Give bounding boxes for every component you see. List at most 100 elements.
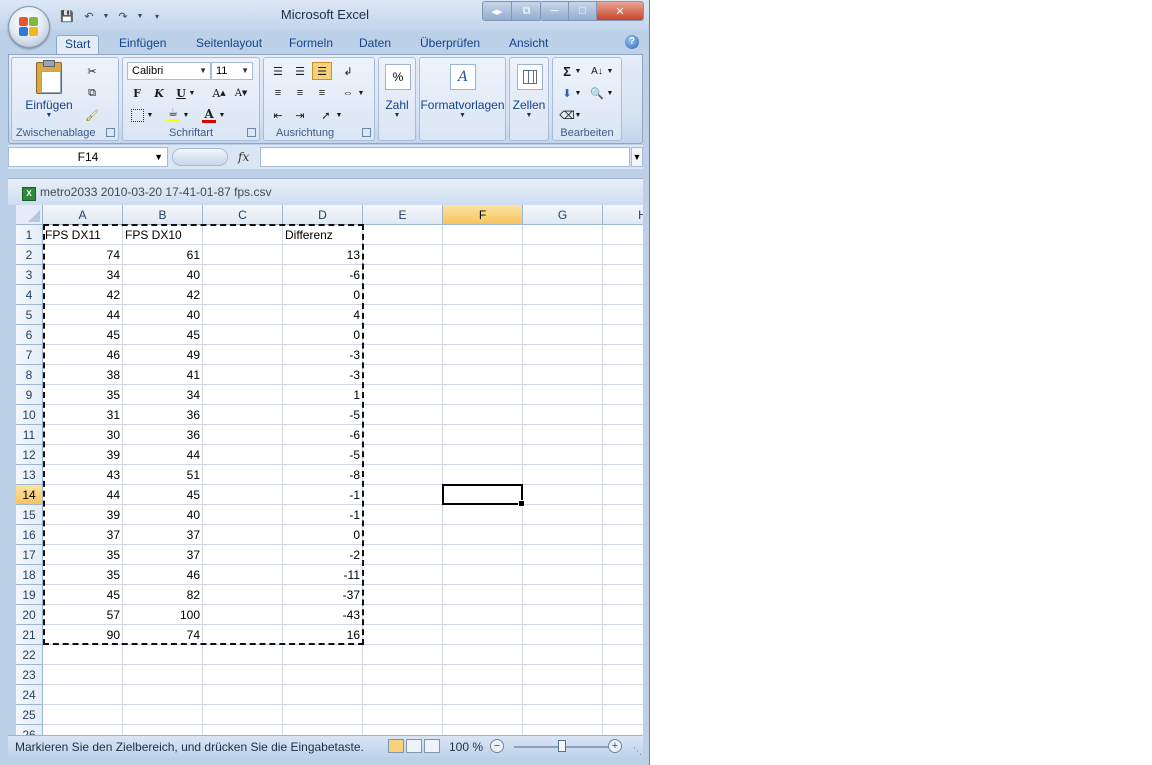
cell-b7[interactable]: 49 [123,345,203,365]
cell-d14[interactable]: -1 [283,485,363,505]
cell-h4[interactable] [603,285,643,305]
paste-button[interactable]: Einfügen ▼ [24,60,74,119]
cell-f25[interactable] [443,705,523,725]
cell-f7[interactable] [443,345,523,365]
font-launcher-icon[interactable] [247,128,256,137]
alignment-launcher-icon[interactable] [362,128,371,137]
cell-b4[interactable]: 42 [123,285,203,305]
cell-e18[interactable] [363,565,443,585]
cell-e17[interactable] [363,545,443,565]
cell-b3[interactable]: 40 [123,265,203,285]
cell-c6[interactable] [203,325,283,345]
cell-e8[interactable] [363,365,443,385]
cell-a19[interactable]: 45 [43,585,123,605]
cell-d6[interactable]: 0 [283,325,363,345]
row-header-24[interactable]: 24 [16,685,43,705]
cell-f13[interactable] [443,465,523,485]
cell-b16[interactable]: 37 [123,525,203,545]
row-header-15[interactable]: 15 [16,505,43,525]
cell-g3[interactable] [523,265,603,285]
cell-g14[interactable] [523,485,603,505]
cell-a12[interactable]: 39 [43,445,123,465]
cell-h3[interactable] [603,265,643,285]
page-layout-view-button[interactable] [406,739,422,753]
expand-formula-bar-icon[interactable]: ▼ [631,147,643,167]
cell-e20[interactable] [363,605,443,625]
fill-color-icon[interactable]: ☕ [163,106,183,124]
cell-a25[interactable] [43,705,123,725]
cell-e2[interactable] [363,245,443,265]
cell-a17[interactable]: 35 [43,545,123,565]
increase-indent-icon[interactable]: ⇥ [290,106,310,124]
cell-b11[interactable]: 36 [123,425,203,445]
cell-d9[interactable]: 1 [283,385,363,405]
cell-c9[interactable] [203,385,283,405]
row-header-25[interactable]: 25 [16,705,43,725]
align-bottom-icon[interactable]: ☰ [312,62,332,80]
cell-d23[interactable] [283,665,363,685]
bold-button[interactable]: F [127,84,147,102]
cell-h12[interactable] [603,445,643,465]
cell-g22[interactable] [523,645,603,665]
cell-b13[interactable]: 51 [123,465,203,485]
row-header-20[interactable]: 20 [16,605,43,625]
cell-g23[interactable] [523,665,603,685]
cell-d4[interactable]: 0 [283,285,363,305]
cell-d18[interactable]: -11 [283,565,363,585]
cell-f5[interactable] [443,305,523,325]
cell-a2[interactable]: 74 [43,245,123,265]
cell-h10[interactable] [603,405,643,425]
column-header-a[interactable]: A [43,205,123,225]
cell-a13[interactable]: 43 [43,465,123,485]
cell-h24[interactable] [603,685,643,705]
cell-c4[interactable] [203,285,283,305]
cell-a22[interactable] [43,645,123,665]
cell-e16[interactable] [363,525,443,545]
cell-b19[interactable]: 82 [123,585,203,605]
cell-e13[interactable] [363,465,443,485]
cell-c24[interactable] [203,685,283,705]
cell-e22[interactable] [363,645,443,665]
resize-grip-icon[interactable]: ⋱ [633,746,642,757]
cell-d1[interactable]: Differenz [283,225,363,245]
row-header-14[interactable]: 14 [16,485,43,505]
cell-g15[interactable] [523,505,603,525]
cell-h26[interactable] [603,725,643,735]
align-left-icon[interactable]: ≡ [268,84,288,102]
row-header-7[interactable]: 7 [16,345,43,365]
cell-g20[interactable] [523,605,603,625]
zoom-level[interactable]: 100 % [449,740,483,754]
decrease-indent-icon[interactable]: ⇤ [268,106,288,124]
row-header-16[interactable]: 16 [16,525,43,545]
cell-b9[interactable]: 34 [123,385,203,405]
normal-view-button[interactable] [388,739,404,753]
cell-b10[interactable]: 36 [123,405,203,425]
cell-g26[interactable] [523,725,603,735]
cell-g24[interactable] [523,685,603,705]
active-cell[interactable] [442,484,525,507]
cell-g17[interactable] [523,545,603,565]
cell-e3[interactable] [363,265,443,285]
cell-f8[interactable] [443,365,523,385]
tab-ueberpruefen[interactable]: Überprüfen [412,35,488,54]
cell-c14[interactable] [203,485,283,505]
cell-c25[interactable] [203,705,283,725]
cell-c26[interactable] [203,725,283,735]
merge-dropdown-icon[interactable]: ▼ [356,84,366,102]
cell-h25[interactable] [603,705,643,725]
row-header-11[interactable]: 11 [16,425,43,445]
cell-d26[interactable] [283,725,363,735]
cell-b8[interactable]: 41 [123,365,203,385]
column-header-e[interactable]: E [363,205,443,225]
cell-f12[interactable] [443,445,523,465]
column-header-c[interactable]: C [203,205,283,225]
find-select-icon[interactable]: 🔍 [587,84,607,102]
tab-start[interactable]: Start [56,35,100,55]
cell-b2[interactable]: 61 [123,245,203,265]
cell-g7[interactable] [523,345,603,365]
row-header-12[interactable]: 12 [16,445,43,465]
cell-b14[interactable]: 45 [123,485,203,505]
row-header-21[interactable]: 21 [16,625,43,645]
cell-c15[interactable] [203,505,283,525]
cell-f16[interactable] [443,525,523,545]
